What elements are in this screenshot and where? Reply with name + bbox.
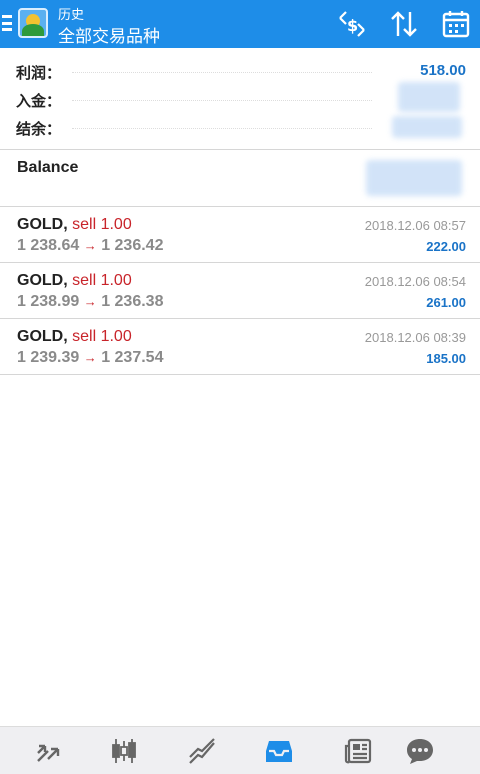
deal-row[interactable]: GOLD, sell 1.00 2018.12.06 08:54 1 238.9… [0, 263, 480, 319]
menu-icon[interactable] [2, 15, 12, 31]
deal-profit: 261.00 [426, 295, 466, 310]
deal-type: sell 1.00 [72, 272, 132, 289]
symbol-filter-title[interactable]: 全部交易品种 [58, 22, 160, 47]
balance-entry-label: Balance [17, 159, 79, 176]
balance-entry-redacted [366, 160, 462, 196]
deal-type: sell 1.00 [72, 328, 132, 345]
deal-time: 2018.12.06 08:57 [364, 218, 466, 233]
open-price: 1 239.39 [17, 349, 80, 366]
balance-label: 结余： [16, 120, 62, 138]
deposit-row: 入金： [0, 82, 480, 114]
deal-time: 2018.12.06 08:54 [364, 274, 466, 289]
open-price: 1 238.64 [17, 237, 80, 254]
deal-symbol: GOLD, sell 1.00 [17, 272, 132, 290]
deal-profit: 185.00 [426, 351, 466, 366]
deal-type: sell 1.00 [72, 216, 132, 233]
deal-symbol: GOLD, sell 1.00 [17, 328, 132, 346]
divider [0, 374, 480, 375]
app-header: 历史 全部交易品种 $ [0, 0, 480, 48]
symbol-name: GOLD, [17, 328, 68, 345]
open-price: 1 238.99 [17, 293, 80, 310]
arrow-icon: → [83, 294, 97, 309]
balance-entry[interactable]: Balance [0, 150, 480, 206]
metatrader-logo[interactable] [18, 8, 48, 38]
news-icon[interactable] [342, 735, 374, 767]
profit-label: 利润： [16, 64, 62, 82]
close-price: 1 236.38 [101, 293, 164, 310]
header-subtitle: 历史 [58, 7, 85, 22]
arrow-icon: → [83, 350, 97, 365]
deal-prices: 1 238.64 → 1 236.42 [17, 237, 163, 255]
trade-icon[interactable] [32, 735, 64, 767]
arrow-icon: → [83, 238, 97, 253]
close-price: 1 237.54 [101, 349, 164, 366]
deal-prices: 1 239.39 → 1 237.54 [17, 349, 163, 367]
dollar-swap-icon[interactable]: $ [336, 8, 368, 40]
deal-prices: 1 238.99 → 1 236.38 [17, 293, 163, 311]
chat-icon[interactable] [404, 735, 436, 767]
svg-text:$: $ [347, 16, 358, 35]
chart-line-icon[interactable] [186, 735, 218, 767]
balance-value-redacted [392, 116, 462, 138]
symbol-name: GOLD, [17, 272, 68, 289]
sort-icon[interactable] [388, 8, 420, 40]
deal-time: 2018.12.06 08:39 [364, 330, 466, 345]
close-price: 1 236.42 [101, 237, 164, 254]
history-inbox-icon[interactable] [263, 735, 295, 767]
deal-row[interactable]: GOLD, sell 1.00 2018.12.06 08:57 1 238.6… [0, 207, 480, 263]
calendar-icon[interactable] [440, 8, 472, 40]
deal-profit: 222.00 [426, 239, 466, 254]
profit-value: 518.00 [420, 62, 466, 79]
deposit-label: 入金： [16, 92, 62, 110]
symbol-name: GOLD, [17, 216, 68, 233]
bottom-nav [0, 726, 480, 774]
chart-candles-icon[interactable] [108, 735, 140, 767]
deal-row[interactable]: GOLD, sell 1.00 2018.12.06 08:39 1 239.3… [0, 319, 480, 375]
deal-symbol: GOLD, sell 1.00 [17, 216, 132, 234]
balance-row: 结余： [0, 114, 480, 142]
deposit-value-redacted [398, 82, 460, 112]
